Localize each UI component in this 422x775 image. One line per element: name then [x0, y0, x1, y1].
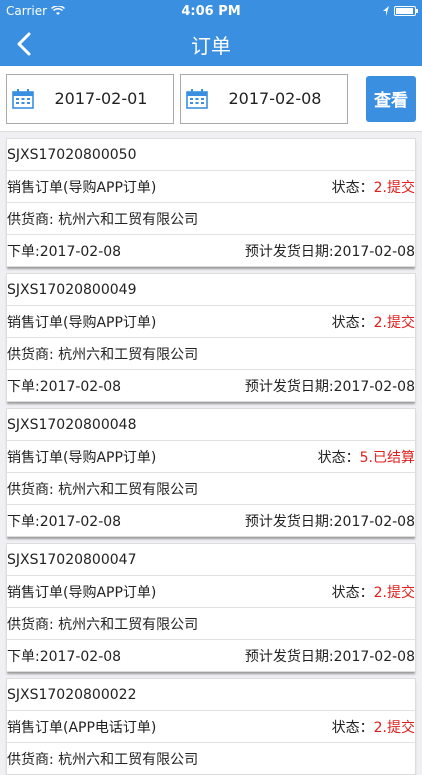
order-date: 2017-02-08: [39, 513, 122, 530]
supplier-name: 杭州六和工贸有限公司: [58, 751, 199, 768]
order-date: 2017-02-08: [39, 243, 122, 260]
order-type-row: 销售订单(导购APP订单) 状态：2.提交: [7, 306, 415, 338]
status-label: 状态：: [331, 314, 374, 331]
status-time: 4:06 PM: [181, 3, 241, 19]
order-id-row: SJXS17020800049: [7, 274, 415, 306]
supplier-row: 供货商: 杭州六和工贸有限公司: [7, 338, 415, 370]
supplier-label: 供货商:: [7, 751, 59, 768]
supplier-label: 供货商:: [7, 481, 59, 498]
order-card[interactable]: SJXS17020800048 销售订单(导购APP订单) 状态：5.已结算 供…: [6, 408, 416, 537]
order-card[interactable]: SJXS17020800050 销售订单(导购APP订单) 状态：2.提交 供货…: [6, 138, 416, 267]
status-bar: Carrier 4:06 PM: [0, 0, 422, 22]
status-label: 状态：: [331, 719, 374, 736]
calendar-icon: [12, 88, 34, 109]
page-title: 订单: [191, 33, 231, 58]
order-id-row: SJXS17020800050: [7, 139, 415, 171]
supplier-label: 供货商:: [7, 211, 59, 228]
order-card[interactable]: SJXS17020800022 销售订单(APP电话订单) 状态：2.提交 供货…: [6, 678, 416, 775]
order-type-row: 销售订单(APP电话订单) 状态：2.提交: [7, 711, 415, 743]
order-date-label: 下单:: [7, 513, 40, 530]
order-type-row: 销售订单(导购APP订单) 状态：5.已结算: [7, 441, 415, 473]
ship-date: 2017-02-08: [333, 513, 415, 530]
nav-bar: 订单: [0, 22, 422, 66]
order-id-row: SJXS17020800022: [7, 679, 415, 711]
supplier-label: 供货商:: [7, 346, 59, 363]
order-type: 销售订单(导购APP订单): [7, 584, 157, 601]
ship-date: 2017-02-08: [333, 378, 415, 395]
view-button[interactable]: 查看: [366, 75, 416, 122]
ship-date-label: 预计发货日期:: [244, 513, 334, 530]
order-id: SJXS17020800047: [7, 551, 137, 568]
date-row: 下单:2017-02-08 预计发货日期:2017-02-08: [7, 640, 415, 671]
ship-date: 2017-02-08: [333, 648, 415, 665]
order-date: 2017-02-08: [39, 378, 122, 395]
supplier-row: 供货商: 杭州六和工贸有限公司: [7, 743, 415, 774]
status-badge: 2.提交: [373, 179, 415, 196]
status-badge: 2.提交: [373, 584, 415, 601]
end-date-field[interactable]: 2017-02-08: [180, 73, 348, 124]
chevron-left-icon: [17, 32, 31, 56]
date-row: 下单:2017-02-08 预计发货日期:2017-02-08: [7, 505, 415, 536]
order-id: SJXS17020800050: [7, 146, 137, 163]
order-id: SJXS17020800049: [7, 281, 137, 298]
supplier-name: 杭州六和工贸有限公司: [58, 616, 199, 633]
date-row: 下单:2017-02-08 预计发货日期:2017-02-08: [7, 235, 415, 266]
order-card[interactable]: SJXS17020800049 销售订单(导购APP订单) 状态：2.提交 供货…: [6, 273, 416, 402]
order-list: SJXS17020800050 销售订单(导购APP订单) 状态：2.提交 供货…: [0, 138, 422, 775]
calendar-icon: [186, 88, 208, 109]
status-label: 状态：: [317, 449, 360, 466]
order-type: 销售订单(导购APP订单): [7, 179, 157, 196]
order-card[interactable]: SJXS17020800047 销售订单(导购APP订单) 状态：2.提交 供货…: [6, 543, 416, 672]
supplier-name: 杭州六和工贸有限公司: [58, 481, 199, 498]
battery-icon: [394, 6, 418, 16]
order-date-label: 下单:: [7, 378, 40, 395]
status-label: 状态：: [331, 179, 374, 196]
date-row: 下单:2017-02-08 预计发货日期:2017-02-08: [7, 370, 415, 401]
start-date-field[interactable]: 2017-02-01: [6, 73, 174, 124]
order-id: SJXS17020800048: [7, 416, 137, 433]
date-filter: 2017-02-01 2017-02-08 查看: [0, 66, 422, 132]
status-label: 状态：: [331, 584, 374, 601]
status-badge: 2.提交: [373, 314, 415, 331]
order-type: 销售订单(APP电话订单): [7, 719, 157, 736]
order-id: SJXS17020800022: [7, 686, 137, 703]
ship-date-label: 预计发货日期:: [244, 378, 334, 395]
ship-date: 2017-02-08: [333, 243, 415, 260]
order-date: 2017-02-08: [39, 648, 122, 665]
status-badge: 5.已结算: [359, 449, 415, 466]
supplier-name: 杭州六和工贸有限公司: [58, 211, 199, 228]
order-id-row: SJXS17020800048: [7, 409, 415, 441]
order-type: 销售订单(导购APP订单): [7, 314, 157, 331]
supplier-row: 供货商: 杭州六和工贸有限公司: [7, 473, 415, 505]
ship-date-label: 预计发货日期:: [244, 648, 334, 665]
order-id-row: SJXS17020800047: [7, 544, 415, 576]
order-date-label: 下单:: [7, 243, 40, 260]
supplier-label: 供货商:: [7, 616, 59, 633]
order-type: 销售订单(导购APP订单): [7, 449, 157, 466]
supplier-name: 杭州六和工贸有限公司: [58, 346, 199, 363]
order-type-row: 销售订单(导购APP订单) 状态：2.提交: [7, 171, 415, 203]
supplier-row: 供货商: 杭州六和工贸有限公司: [7, 608, 415, 640]
order-type-row: 销售订单(导购APP订单) 状态：2.提交: [7, 576, 415, 608]
order-date-label: 下单:: [7, 648, 40, 665]
ship-date-label: 预计发货日期:: [244, 243, 334, 260]
supplier-row: 供货商: 杭州六和工贸有限公司: [7, 203, 415, 235]
status-badge: 2.提交: [373, 719, 415, 736]
back-button[interactable]: [10, 30, 38, 58]
